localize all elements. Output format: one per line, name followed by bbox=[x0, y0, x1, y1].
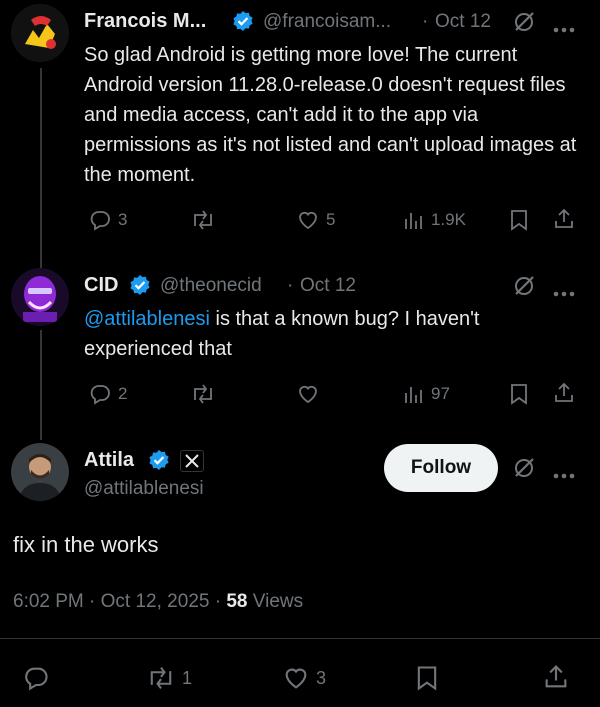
views-button[interactable]: 1.9K bbox=[403, 208, 466, 232]
like-count: 5 bbox=[326, 210, 336, 229]
reply-button[interactable]: 2 bbox=[88, 382, 127, 406]
share-icon[interactable] bbox=[552, 207, 576, 236]
author-name[interactable]: CID bbox=[84, 274, 118, 297]
tweet-text: So glad Android is getting more love! Th… bbox=[84, 44, 577, 186]
retweet-button[interactable] bbox=[190, 208, 216, 232]
mention-link[interactable]: @attilablenesi bbox=[84, 308, 210, 330]
thread-line bbox=[40, 330, 42, 440]
retweet-icon bbox=[194, 384, 212, 404]
author-name[interactable]: Attila bbox=[84, 449, 134, 472]
like-icon bbox=[285, 668, 307, 689]
more-icon[interactable] bbox=[553, 284, 575, 302]
reply-count: 2 bbox=[118, 384, 128, 403]
grok-icon[interactable] bbox=[512, 10, 536, 39]
more-icon[interactable] bbox=[553, 20, 575, 38]
author-name[interactable]: Francois M... bbox=[84, 10, 206, 33]
like-button[interactable]: 5 bbox=[296, 208, 335, 232]
reply-icon bbox=[90, 211, 110, 231]
verified-icon bbox=[129, 274, 151, 296]
share-icon[interactable] bbox=[552, 381, 576, 410]
views-count: 97 bbox=[431, 384, 450, 403]
views-button[interactable]: 97 bbox=[403, 382, 450, 406]
like-button[interactable]: 3 bbox=[282, 664, 326, 692]
follow-button[interactable]: Follow bbox=[384, 444, 498, 492]
reply-count: 3 bbox=[118, 210, 128, 229]
post-time[interactable]: 6:02 PM bbox=[13, 591, 84, 612]
author-handle[interactable]: @francoisam... bbox=[263, 11, 391, 33]
views-count: 58 bbox=[226, 591, 248, 612]
author-handle[interactable]: @theonecid bbox=[160, 275, 262, 297]
like-count: 3 bbox=[316, 667, 327, 688]
bookmark-icon[interactable] bbox=[508, 382, 530, 411]
affiliate-x-icon[interactable] bbox=[180, 450, 204, 472]
like-icon bbox=[299, 385, 317, 404]
grok-icon[interactable] bbox=[512, 456, 536, 485]
tweet-meta: 6:02 PM · Oct 12, 2025 · 58 Views bbox=[13, 591, 303, 613]
avatar[interactable] bbox=[11, 268, 69, 326]
author-handle[interactable]: @attilablenesi bbox=[84, 478, 204, 500]
tweet-text: fix in the works bbox=[13, 532, 159, 557]
share-icon[interactable] bbox=[542, 663, 570, 696]
tweet-text: @attilablenesi is that a known bug? I ha… bbox=[84, 304, 589, 364]
avatar[interactable] bbox=[11, 443, 69, 501]
more-icon[interactable] bbox=[553, 466, 575, 484]
reply-button[interactable] bbox=[22, 664, 50, 692]
reply-icon bbox=[90, 385, 110, 405]
bookmark-icon[interactable] bbox=[414, 664, 440, 697]
verified-icon bbox=[232, 10, 254, 32]
like-button[interactable] bbox=[296, 382, 320, 406]
retweet-count: 1 bbox=[182, 667, 193, 688]
separator: · bbox=[287, 275, 294, 296]
views-icon bbox=[405, 213, 422, 229]
retweet-button[interactable] bbox=[190, 382, 216, 406]
views-count: 1.9K bbox=[431, 210, 466, 229]
timestamp[interactable]: Oct 12 bbox=[300, 275, 356, 297]
views-icon bbox=[405, 387, 422, 403]
retweet-button[interactable]: 1 bbox=[146, 664, 192, 692]
thread-line bbox=[40, 68, 42, 268]
timestamp[interactable]: Oct 12 bbox=[435, 11, 491, 33]
post-date[interactable]: Oct 12, 2025 bbox=[101, 591, 210, 612]
divider bbox=[0, 638, 600, 639]
separator: · bbox=[422, 11, 429, 32]
retweet-icon bbox=[194, 210, 212, 230]
verified-icon bbox=[148, 449, 170, 471]
separator: · bbox=[214, 591, 222, 612]
reply-icon bbox=[25, 667, 48, 691]
reply-button[interactable]: 3 bbox=[88, 208, 127, 232]
avatar[interactable] bbox=[11, 4, 69, 62]
retweet-icon bbox=[150, 666, 172, 690]
views-label: Views bbox=[252, 591, 304, 612]
separator: · bbox=[89, 591, 96, 612]
grok-icon[interactable] bbox=[512, 274, 536, 303]
bookmark-icon[interactable] bbox=[508, 208, 530, 237]
like-icon bbox=[299, 211, 317, 230]
